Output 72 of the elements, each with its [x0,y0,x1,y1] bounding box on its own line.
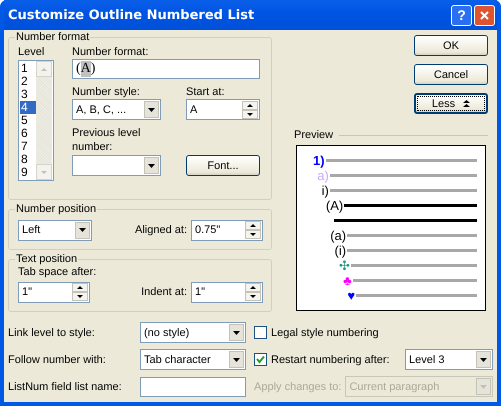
list-item[interactable]: 2 [20,75,36,88]
preview-number: (a) [330,228,346,243]
checkmark-icon [256,355,265,364]
field-label: ListNum field list name: [8,380,123,392]
checkbox-label: Restart numbering after: [271,354,390,366]
caret-icon [480,358,487,362]
spinner-icon[interactable] [72,283,88,301]
preview-number: (i) [334,243,346,258]
list-item[interactable]: 5 [20,114,36,127]
aligned-at-spinbox[interactable]: 0.75" [191,220,263,240]
field-label: Number style: [72,85,140,99]
caret-icon [79,228,86,232]
spinner-icon[interactable] [242,100,258,118]
list-item[interactable]: 8 [20,153,36,166]
field-label: Level [18,45,46,59]
preview-number: 1) [313,153,325,168]
preview-number: i) [322,183,329,198]
list-item[interactable]: 9 [20,166,36,179]
field-label: Link level to style: [8,326,96,338]
follow-number-dropdown[interactable]: Tab character [140,349,246,370]
field-label: Aligned at: [135,224,187,236]
list-item[interactable]: 1 [20,62,36,75]
field-label: Follow number with: [8,354,107,366]
section-title: Preview [294,129,334,141]
list-item[interactable]: 3 [20,88,36,101]
double-up-arrow-icon [463,100,470,107]
link-level-dropdown[interactable]: (no style) [140,322,246,343]
caret-icon [148,108,155,112]
group-title: Number position [15,203,98,215]
dialog-button[interactable]: OK [414,35,488,56]
checkbox[interactable] [254,353,267,366]
field-label: Tab space after: [18,265,98,279]
caret-icon [480,384,487,388]
level-list[interactable]: 1 2 3 4 5 6 7 8 9 [18,60,54,181]
field-label: Start at: [186,85,226,99]
spinner-icon[interactable] [245,221,261,239]
close-icon [480,10,489,20]
restart-level-dropdown[interactable]: Level 3 [405,349,493,370]
group-title: Text position [15,253,78,265]
spinner-icon[interactable] [245,283,261,301]
preview-number: ♥ [347,288,356,303]
list-name-field[interactable] [140,376,246,396]
preview-number: (A) [326,198,344,213]
less-button[interactable]: Less [414,93,488,114]
field-label: Apply changes to: [254,380,342,392]
number-style-dropdown[interactable]: A, B, C, ... [72,99,161,120]
checkbox-label: Legal style numbering [271,326,379,338]
caret-icon [148,164,155,168]
list-item[interactable]: 7 [20,140,36,153]
close-button[interactable] [474,4,495,26]
dialog-button[interactable]: Cancel [414,64,488,85]
field-label: Indent at: [141,286,187,298]
start-at-spinbox[interactable]: A [186,99,260,120]
preview-number: ✣ [338,258,350,273]
alignment-dropdown[interactable]: Left [18,220,92,240]
caret-icon [233,330,240,334]
group-title: Number format [15,31,90,43]
indent-at-spinbox[interactable]: 1" [191,282,263,302]
checkbox[interactable] [254,326,267,339]
caret-icon [233,358,240,362]
preview-number: a) [317,168,329,183]
preview-number: ♣ [343,273,352,288]
previous-level-dropdown[interactable] [72,155,161,176]
help-button[interactable]: ? [451,4,472,26]
tab-space-spinbox[interactable]: 1" [18,282,90,302]
list-item[interactable]: 6 [20,127,36,140]
field-label: Previous level number: [72,126,142,154]
list-item[interactable]: 4 [20,101,36,114]
field-label: Number format: [72,45,150,59]
font-button[interactable]: Font... [186,155,260,176]
number-format-field[interactable]: (A) [72,59,260,79]
window-title: Customize Outline Numbered List [8,8,254,22]
